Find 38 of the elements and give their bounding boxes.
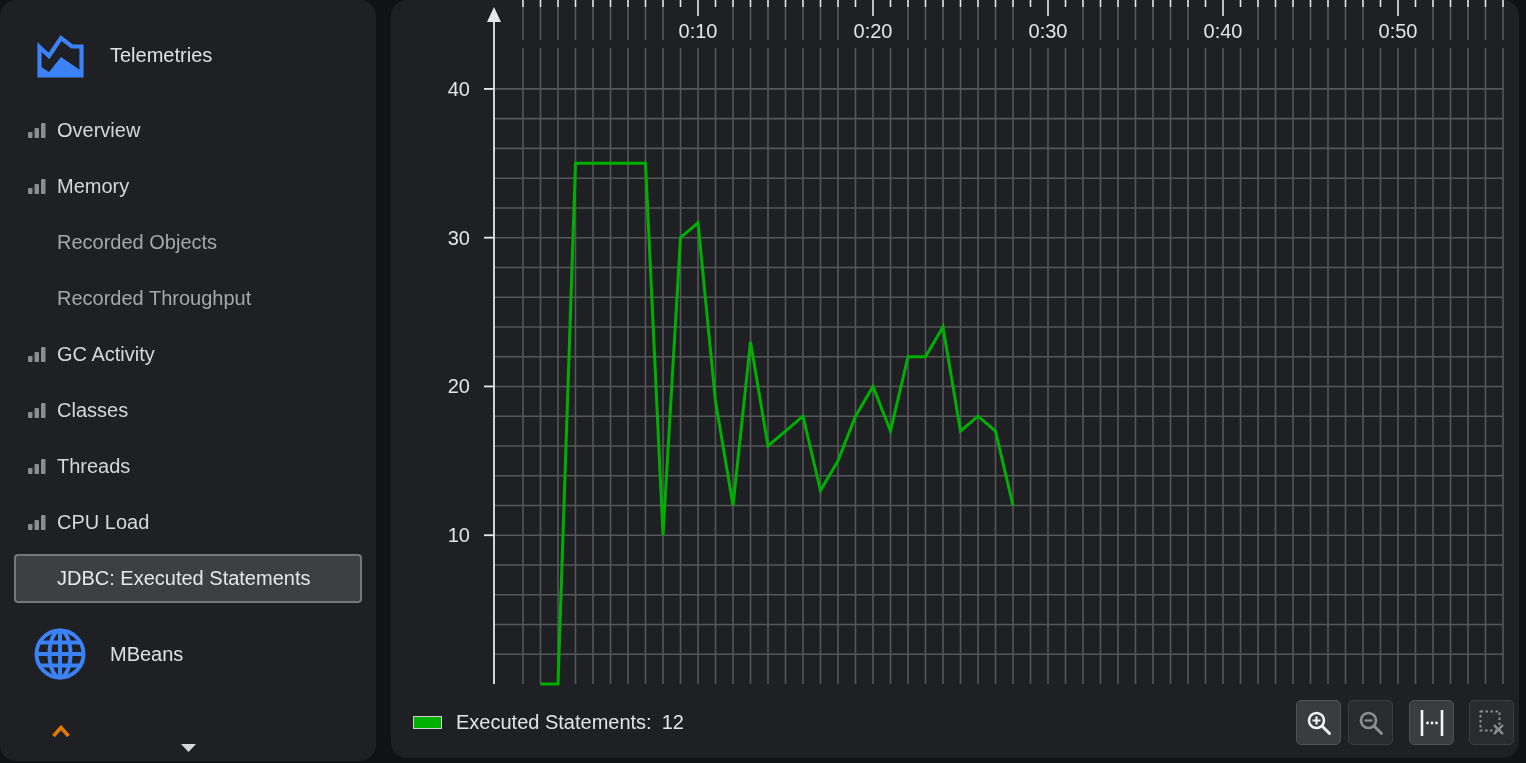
legend-label: Executed Statements: — [456, 711, 652, 734]
section-header[interactable]: Telemetries — [37, 32, 213, 78]
nav-item[interactable]: Threads — [28, 454, 131, 478]
zoom-in-icon — [1305, 709, 1332, 736]
y-tick-label: 30 — [447, 226, 470, 249]
bars-icon — [28, 122, 46, 138]
section-header[interactable]: MBeans — [34, 628, 184, 680]
bars-icon — [28, 402, 46, 418]
legend-value: 12 — [661, 711, 684, 734]
dashed-square-x-icon — [1478, 709, 1505, 736]
caret-up-icon — [52, 725, 70, 737]
x-tick-label: 0:50 — [1378, 20, 1418, 42]
nav-item[interactable]: Classes — [28, 398, 129, 422]
zoom-out-icon — [1357, 709, 1384, 736]
x-tick-label: 0:10 — [678, 20, 718, 42]
down-triangle-icon[interactable] — [181, 744, 196, 752]
nav-item[interactable]: Memory — [28, 174, 130, 198]
bars-icon — [28, 178, 46, 194]
fit-width-button[interactable] — [1409, 700, 1454, 745]
zoom-in-button[interactable] — [1296, 700, 1341, 745]
globe-icon — [34, 628, 86, 680]
nav-item[interactable]: CPU Load — [28, 510, 150, 534]
nav-item[interactable]: Overview — [28, 118, 141, 142]
x-tick-label: 0:40 — [1203, 20, 1243, 42]
nav-item[interactable]: Recorded Objects — [57, 230, 218, 254]
bars-icon — [28, 514, 46, 530]
y-tick-label: 40 — [447, 77, 470, 100]
x-tick-label: 0:20 — [853, 20, 893, 42]
nav-item[interactable]: Recorded Throughput — [57, 286, 252, 310]
y-tick-label: 10 — [447, 524, 470, 547]
bars-icon — [28, 346, 46, 362]
nav-item[interactable]: JDBC: Executed Statements — [14, 553, 362, 603]
x-tick-label: 0:30 — [1028, 20, 1068, 42]
area-chart-icon — [37, 32, 84, 78]
bars-icon — [28, 458, 46, 474]
fit-width-icon — [1419, 708, 1444, 737]
y-tick-label: 20 — [447, 375, 470, 398]
nav-item[interactable]: GC Activity — [28, 342, 155, 366]
